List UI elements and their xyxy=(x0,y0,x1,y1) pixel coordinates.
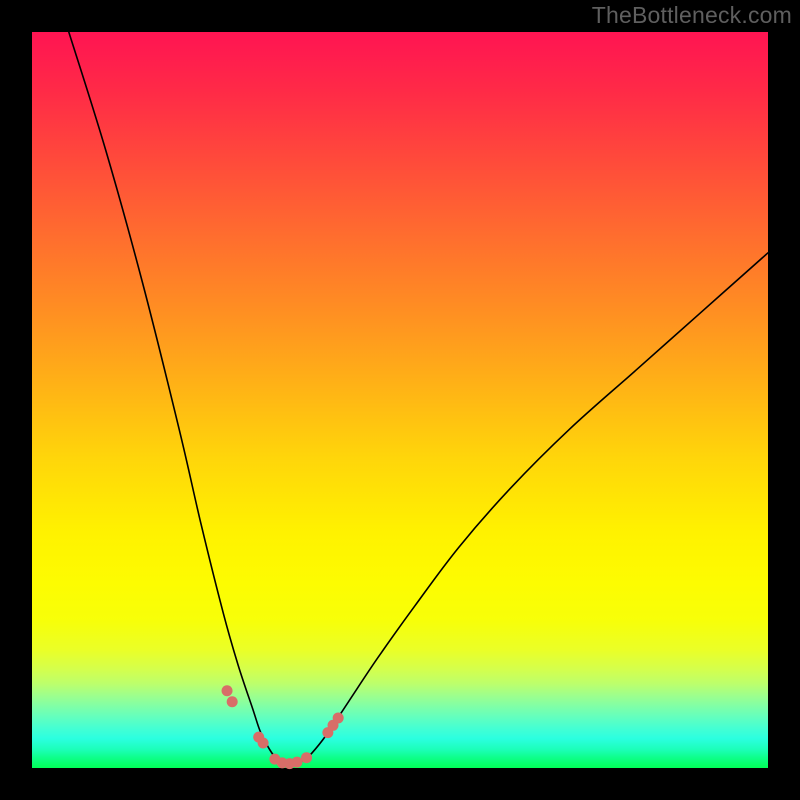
marker-dot xyxy=(258,737,269,748)
watermark-text: TheBottleneck.com xyxy=(592,2,792,29)
highlight-markers xyxy=(222,685,344,769)
marker-dot xyxy=(301,752,312,763)
marker-dot xyxy=(333,712,344,723)
bottleneck-curve xyxy=(69,32,768,765)
marker-dot xyxy=(291,757,302,768)
marker-dot xyxy=(227,696,238,707)
chart-container: TheBottleneck.com xyxy=(0,0,800,800)
plot-area xyxy=(32,32,768,768)
curve-svg xyxy=(32,32,768,768)
marker-dot xyxy=(222,685,233,696)
